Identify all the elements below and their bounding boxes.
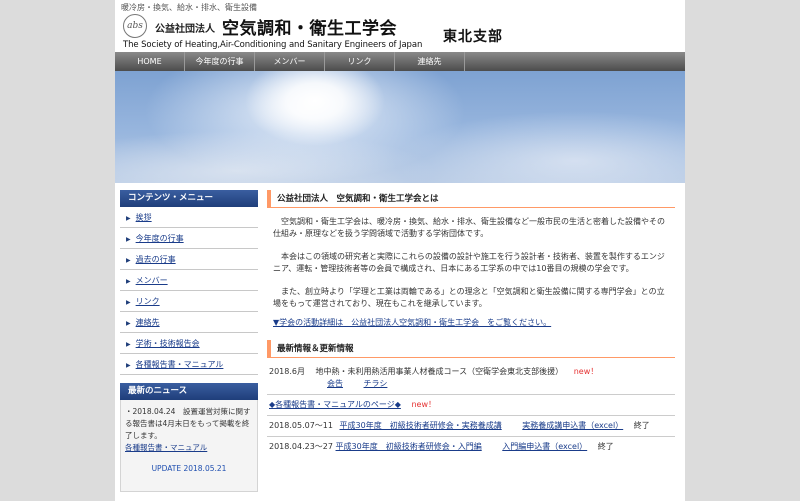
training-practical-link[interactable]: 平成30年度 初級技術者研修会・実務養成講 — [340, 421, 502, 430]
menu-item-links[interactable]: ▶ リンク — [120, 291, 258, 312]
society-logo[interactable]: abs — [123, 14, 147, 38]
menu-item-label[interactable]: 挨拶 — [136, 213, 152, 222]
triangle-right-icon: ▶ — [126, 320, 131, 327]
menu-item-members[interactable]: ▶ メンバー — [120, 270, 258, 291]
update-date: UPDATE 2018.05.21 — [151, 464, 227, 473]
list-item: 2018.6月 地中熱・未利用熱活用事業人材養成コース（空衛学会東北支部後援） … — [267, 362, 675, 394]
site-header: 暖冷房・換気、給水・排水、衛生設備 abs 公益社団法人 空気調和・衛生工学会 … — [115, 0, 685, 52]
page-container: 暖冷房・換気、給水・排水、衛生設備 abs 公益社団法人 空気調和・衛生工学会 … — [115, 0, 685, 501]
about-paragraph-2: 本会はこの領域の研究者と実際にこれらの設備の設計や施工を行う設計者・技術者、装置… — [273, 252, 665, 273]
menu-item-label[interactable]: 学術・技術報告会 — [136, 339, 200, 348]
org-prefix: 公益社団法人 — [155, 24, 215, 35]
list-item: 2018.05.07～11 平成30年度 初級技術者研修会・実務養成講 実務養成… — [267, 416, 675, 437]
menu-title: コンテンツ・メニュー — [120, 190, 258, 207]
triangle-right-icon: ▶ — [126, 341, 131, 348]
org-name[interactable]: 空気調和・衛生工学会 — [222, 14, 397, 39]
triangle-right-icon: ▶ — [126, 257, 131, 264]
news-title: 最新のニュース — [120, 383, 258, 400]
menu-item-tech-report[interactable]: ▶ 学術・技術報告会 — [120, 333, 258, 354]
triangle-right-icon: ▶ — [126, 215, 131, 222]
triangle-right-icon: ▶ — [126, 236, 131, 243]
menu-item-greeting[interactable]: ▶ 挨拶 — [120, 207, 258, 228]
updates-list: 2018.6月 地中熱・未利用熱活用事業人材養成コース（空衛学会東北支部後援） … — [267, 362, 675, 457]
item-links: 会告 チラシ — [269, 378, 675, 390]
flyer-link[interactable]: チラシ — [364, 379, 388, 388]
menu-item-past-events[interactable]: ▶ 過去の行事 — [120, 249, 258, 270]
item-title: 地中熱・未利用熱活用事業人材養成コース（空衛学会東北支部後援） — [315, 367, 564, 376]
menu-item-contact[interactable]: ▶ 連絡先 — [120, 312, 258, 333]
branch-name: 東北支部 — [443, 29, 503, 45]
triangle-right-icon: ▶ — [126, 278, 131, 285]
practical-application-link[interactable]: 実務養成講申込書（excel） — [522, 421, 623, 430]
notice-link[interactable]: 会告 — [327, 379, 343, 388]
content-menu: ▶ 挨拶 ▶ 今年度の行事 ▶ 過去の行事 ▶ メンバー ▶ リンク ▶ 連絡先 ▶ 学術・技… — [120, 207, 258, 375]
nav-events[interactable]: 今年度の行事 — [185, 52, 255, 71]
triangle-right-icon: ▶ — [126, 299, 131, 306]
updates-title: 最新情報＆更新情報 — [267, 340, 675, 358]
item-date: 2018.05.07～11 — [269, 421, 333, 430]
about-body: 空気調和・衛生工学会は、暖冷房・換気、給水・排水、衛生設備など一般市民の生活と密… — [267, 208, 675, 310]
org-english-name: The Society of Heating,Air-Conditioning … — [123, 40, 423, 50]
menu-item-label[interactable]: 連絡先 — [136, 318, 160, 327]
main-nav: HOME 今年度の行事 メンバー リンク 連絡先 — [115, 52, 685, 71]
news-text: ・2018.04.24 設置運営対策に関する報告書は4月末日をもって掲載を終了し… — [125, 407, 251, 440]
nav-members[interactable]: メンバー — [255, 52, 325, 71]
new-badge: new！ — [411, 400, 436, 409]
menu-item-manuals[interactable]: ▶ 各種報告書・マニュアル — [120, 354, 258, 375]
triangle-right-icon: ▶ — [126, 362, 131, 369]
menu-item-events[interactable]: ▶ 今年度の行事 — [120, 228, 258, 249]
main-content: 公益社団法人 空気調和・衛生工学会とは 空気調和・衛生工学会は、暖冷房・換気、給… — [267, 190, 675, 457]
nav-home[interactable]: HOME — [115, 52, 185, 71]
menu-item-label[interactable]: リンク — [136, 297, 160, 306]
about-paragraph-1: 空気調和・衛生工学会は、暖冷房・換気、給水・排水、衛生設備など一般市民の生活と密… — [273, 217, 665, 238]
item-date: 2018.04.23～27 — [269, 442, 333, 451]
tagline: 暖冷房・換気、給水・排水、衛生設備 — [121, 3, 257, 12]
hero-sky-image — [115, 71, 685, 183]
menu-item-label[interactable]: 各種報告書・マニュアル — [136, 360, 224, 369]
item-date: 2018.6月 — [269, 367, 305, 376]
item-status: 終了 — [633, 421, 650, 430]
manuals-page-link[interactable]: ◆各種報告書・マニュアルのページ◆ — [269, 400, 401, 409]
about-title: 公益社団法人 空気調和・衛生工学会とは — [267, 190, 675, 208]
nav-contact[interactable]: 連絡先 — [395, 52, 465, 71]
new-badge: new！ — [573, 367, 599, 376]
menu-item-label[interactable]: 過去の行事 — [136, 255, 176, 264]
about-paragraph-3: また、創立時より「学理と工業は両輪である」との理念と「空気調和と衛生設備に関する… — [273, 287, 665, 308]
item-status: 終了 — [597, 442, 614, 451]
intro-application-link[interactable]: 入門編申込書（excel） — [502, 442, 587, 451]
training-intro-link[interactable]: 平成30年度 初級技術者研修会・入門編 — [336, 442, 482, 451]
sidebar: コンテンツ・メニュー ▶ 挨拶 ▶ 今年度の行事 ▶ 過去の行事 ▶ メンバー ▶ リンク… — [120, 190, 258, 492]
society-details-link[interactable]: ▼学会の活動詳細は 公益社団法人空気調和・衛生工学会 をご覧ください。 — [273, 317, 675, 328]
list-item: 2018.04.23～27 平成30年度 初級技術者研修会・入門編 入門編申込書… — [267, 437, 675, 457]
menu-item-label[interactable]: 今年度の行事 — [136, 234, 184, 243]
list-item: ◆各種報告書・マニュアルのページ◆ new！ — [267, 394, 675, 416]
news-box: ・2018.04.24 設置運営対策に関する報告書は4月末日をもって掲載を終了し… — [120, 400, 258, 492]
nav-links[interactable]: リンク — [325, 52, 395, 71]
menu-item-label[interactable]: メンバー — [136, 276, 168, 285]
news-link[interactable]: 各種報告書・マニュアル — [125, 442, 253, 454]
